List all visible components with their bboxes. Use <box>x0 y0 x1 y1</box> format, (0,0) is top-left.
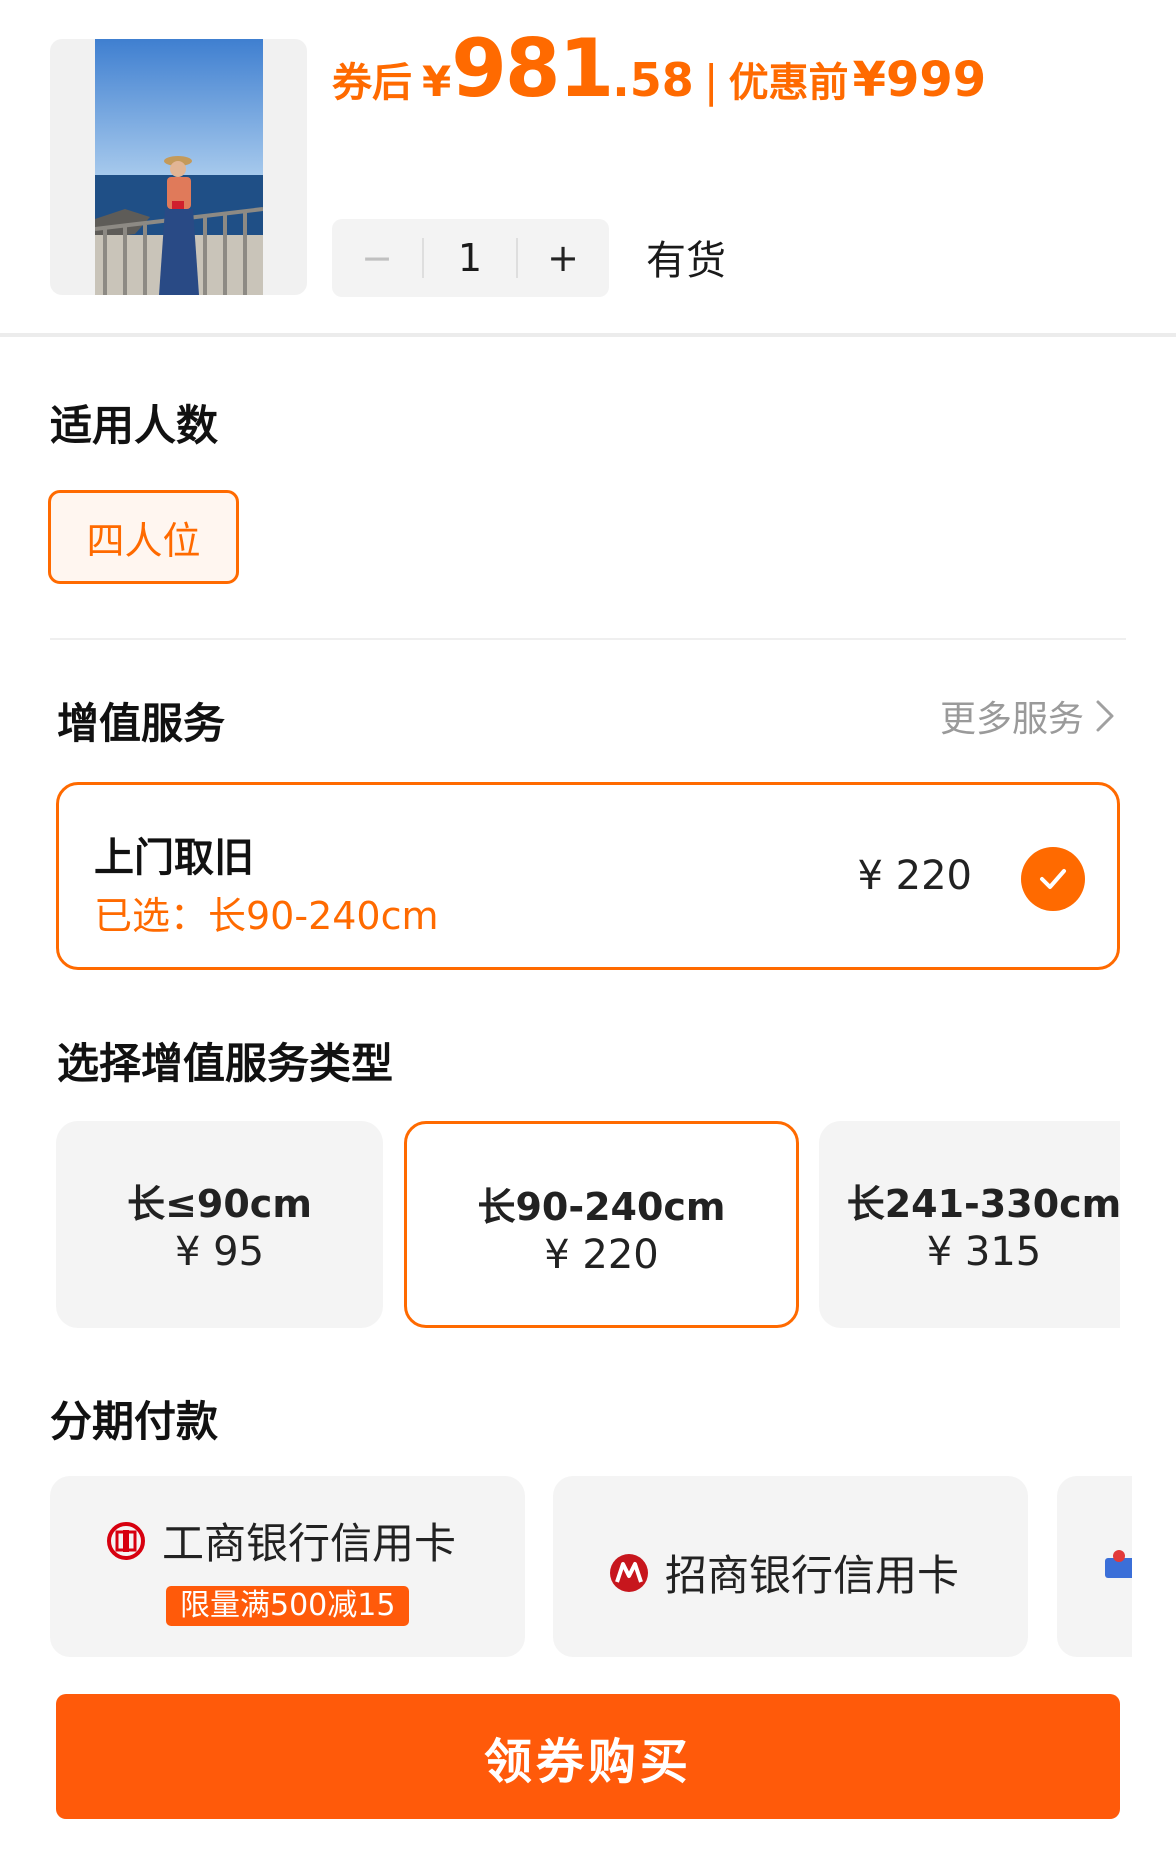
service-type-option[interactable]: 长≤90cm ¥ 95 <box>56 1121 383 1328</box>
price-before: ¥999 <box>852 52 987 108</box>
service-type-name: 长90-240cm <box>477 1185 726 1229</box>
service-type-name: 长241-330cm <box>846 1182 1120 1226</box>
installment-logo-icon <box>1105 1550 1132 1578</box>
more-services-link[interactable]: 更多服务 <box>940 690 1116 742</box>
icbc-logo-icon <box>107 1521 145 1560</box>
quantity-value[interactable]: 1 <box>422 238 518 278</box>
bank-name: 工商银行信用卡 <box>162 1519 457 1568</box>
bank-list: 工商银行信用卡 限量满500减15 招商银行信用卡 <box>50 1476 1132 1657</box>
cmb-logo-icon <box>610 1553 648 1592</box>
price-after-integer: 981 <box>451 22 614 115</box>
installment-title: 分期付款 <box>50 1397 219 1446</box>
buy-button[interactable]: 领券购买 <box>56 1694 1120 1819</box>
chevron-right-icon <box>1096 700 1114 732</box>
price-before-label: 优惠前 <box>728 60 849 106</box>
service-type-price: ¥ 220 <box>544 1232 659 1278</box>
promo-badge: 限量满500减15 <box>166 1586 410 1626</box>
price-after-decimal: .58 <box>612 53 694 107</box>
bank-line: 工商银行信用卡 <box>106 1510 456 1571</box>
people-option-four[interactable]: 四人位 <box>48 490 239 584</box>
service-type-name: 长≤90cm <box>127 1182 312 1226</box>
service-type-option-selected[interactable]: 长90-240cm ¥ 220 <box>404 1121 799 1328</box>
price-divider: | <box>703 56 719 107</box>
decrease-button[interactable]: − <box>332 236 422 280</box>
stock-status: 有货 <box>646 238 726 284</box>
bank-line <box>1105 1548 1132 1582</box>
people-section-title: 适用人数 <box>50 401 219 450</box>
service-type-list: 长≤90cm ¥ 95 长90-240cm ¥ 220 长241-330cm ¥… <box>56 1121 1120 1328</box>
service-title: 上门取旧 <box>94 835 254 881</box>
price-after-label: 券后 <box>332 60 412 106</box>
value-added-title: 增值服务 <box>57 699 226 748</box>
service-price: ¥ 220 <box>857 853 972 899</box>
bank-line: 招商银行信用卡 <box>609 1542 959 1603</box>
bank-name: 招商银行信用卡 <box>665 1551 960 1600</box>
divider <box>50 638 1126 640</box>
service-selected-text: 已选：长90-240cm <box>94 894 439 938</box>
service-type-price: ¥ 95 <box>174 1229 265 1275</box>
price-line: 券后 ¥ 981 .58 | 优惠前 ¥999 <box>332 22 987 115</box>
service-type-price: ¥ 315 <box>926 1229 1042 1275</box>
service-type-option[interactable]: 长241-330cm ¥ 315 <box>819 1121 1120 1328</box>
section-divider <box>0 333 1176 337</box>
more-services-label: 更多服务 <box>939 699 1084 740</box>
service-type-title: 选择增值服务类型 <box>57 1039 394 1088</box>
currency-symbol: ¥ <box>422 57 452 106</box>
selected-service-card[interactable]: 上门取旧 已选：长90-240cm ¥ 220 <box>56 782 1120 970</box>
quantity-stepper: − 1 + <box>332 219 609 297</box>
check-icon[interactable] <box>1021 847 1085 911</box>
product-photo <box>95 39 263 295</box>
bank-option-cmb[interactable]: 招商银行信用卡 <box>553 1476 1028 1657</box>
increase-button[interactable]: + <box>518 236 608 280</box>
bank-option-icbc[interactable]: 工商银行信用卡 限量满500减15 <box>50 1476 525 1657</box>
product-thumbnail[interactable] <box>50 39 307 295</box>
bank-option-partial[interactable] <box>1057 1476 1132 1657</box>
